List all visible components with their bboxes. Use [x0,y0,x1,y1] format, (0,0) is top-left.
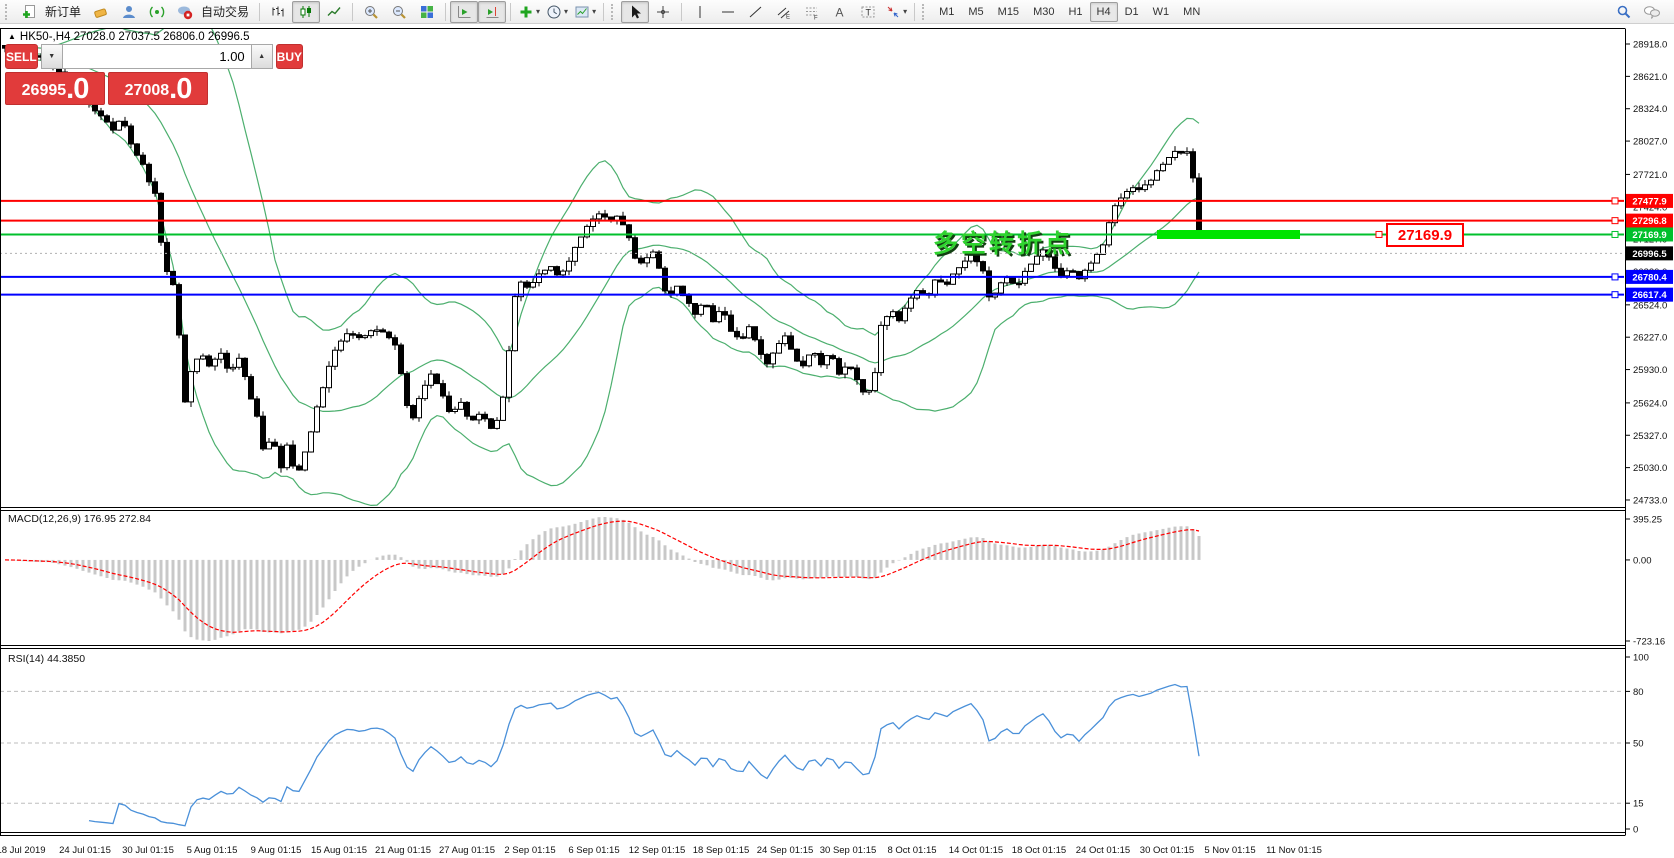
pane-frame [0,29,1626,836]
buy-button[interactable]: BUY [276,44,303,69]
svg-text:100: 100 [1633,653,1649,664]
x-axis-label: 2 Sep 01:15 [504,845,555,856]
x-axis-label: 24 Sep 01:15 [757,845,814,856]
price-tag-anchor [1376,231,1382,237]
chart-canvas[interactable]: 28918.028621.028324.028027.027721.027424… [0,0,1674,858]
x-axis-label: 11 Nov 01:15 [1266,845,1322,856]
buy-price-display[interactable]: 27008.0 [108,72,208,105]
svg-text:26227.0: 26227.0 [1633,333,1667,344]
mt4-window: 新订单 自动交易 [0,0,1674,858]
macd-values: 176.95 272.84 [84,513,151,525]
svg-text:28324.0: 28324.0 [1633,104,1667,115]
volume-increase-button[interactable]: ▲ [251,44,273,69]
svg-text:26996.5: 26996.5 [1632,249,1667,260]
price-badge: 27169.9 [1626,227,1673,241]
one-click-trade-panel: SELL ▼ ▲ BUY 26995.0 27008.0 [5,44,208,105]
chart-header: ▲ HK50-,H4 27028.0 27037.5 26806.0 26996.… [8,31,249,43]
svg-text:27296.8: 27296.8 [1632,216,1666,227]
svg-text:50: 50 [1633,739,1644,750]
price-tag-label[interactable]: 27169.9 [1386,223,1464,247]
rsi-pane [0,685,1625,826]
price-badge: 26780.4 [1626,270,1673,284]
svg-text:25327.0: 25327.0 [1633,431,1667,442]
macd-name: MACD(12,26,9) [8,513,81,525]
level-handle[interactable] [1612,274,1618,280]
svg-text:28027.0: 28027.0 [1633,137,1667,148]
x-axis-label: 6 Sep 01:15 [568,845,619,856]
x-axis-label: 18 Jul 2019 [0,845,46,856]
svg-text:26524.0: 26524.0 [1633,300,1667,311]
symbol-collapse-icon[interactable]: ▲ [8,32,16,41]
x-axis-label: 9 Aug 01:15 [251,845,302,856]
x-axis-label: 30 Sep 01:15 [820,845,877,856]
x-axis-label: 24 Oct 01:15 [1076,845,1130,856]
chart-title-text: HK50-,H4 27028.0 27037.5 26806.0 26996.5 [20,31,250,43]
x-axis-label: 21 Aug 01:15 [375,845,431,856]
svg-text:25030.0: 25030.0 [1633,463,1667,474]
price-badge: 26996.5 [1626,246,1673,260]
sell-price-display[interactable]: 26995.0 [5,72,105,105]
svg-text:395.25: 395.25 [1633,515,1662,526]
buy-price-point: .0 [169,75,191,104]
time-axis[interactable]: 18 Jul 2019 24 Jul 01:15 30 Jul 01:15 5 Aug… [0,845,1322,856]
x-axis-label: 14 Oct 01:15 [949,845,1003,856]
macd-label: MACD(12,26,9) 176.95 272.84 [8,513,151,525]
svg-text:28621.0: 28621.0 [1633,72,1667,83]
svg-text:26617.4: 26617.4 [1632,290,1667,301]
x-axis-label: 27 Aug 01:15 [439,845,495,856]
x-axis-label: 5 Nov 01:15 [1204,845,1255,856]
level-handle[interactable] [1612,198,1618,204]
volume-input[interactable] [63,44,251,69]
svg-text:28918.0: 28918.0 [1633,40,1667,51]
volume-decrease-button[interactable]: ▼ [41,44,63,69]
svg-text:0: 0 [1633,825,1638,836]
svg-text:27721.0: 27721.0 [1633,170,1667,181]
svg-text:27169.9: 27169.9 [1632,230,1666,241]
rsi-line [89,685,1199,826]
x-axis-label: 24 Jul 01:15 [59,845,111,856]
rsi-value: 44.3850 [47,653,85,665]
x-axis-label: 30 Jul 01:15 [122,845,174,856]
svg-text:-723.16: -723.16 [1633,637,1665,648]
level-handle[interactable] [1612,292,1618,298]
x-axis-label: 30 Oct 01:15 [1140,845,1194,856]
svg-text:0.00: 0.00 [1633,555,1652,566]
rsi-name: RSI(14) [8,653,44,665]
sell-button[interactable]: SELL [5,44,38,69]
price-badge: 27477.9 [1626,194,1673,208]
x-axis-label: 5 Aug 01:15 [187,845,238,856]
svg-text:80: 80 [1633,687,1644,698]
turning-point-annotation[interactable]: 多空转折点 [933,224,1073,260]
price-badge: 26617.4 [1626,288,1673,302]
x-axis-label: 18 Oct 01:15 [1012,845,1066,856]
svg-text:15: 15 [1633,799,1644,810]
level-handle[interactable] [1612,218,1618,224]
x-axis-label: 8 Oct 01:15 [887,845,936,856]
svg-text:26780.4: 26780.4 [1632,272,1667,283]
macd-pane [5,517,1199,641]
x-axis-label: 15 Aug 01:15 [311,845,367,856]
level-handle[interactable] [1612,231,1618,237]
x-axis-label: 18 Sep 01:15 [693,845,750,856]
x-axis-label: 12 Sep 01:15 [629,845,686,856]
sell-price-point: .0 [66,75,88,104]
svg-text:25624.0: 25624.0 [1633,398,1667,409]
svg-text:24733.0: 24733.0 [1633,495,1667,506]
price-badge: 27296.8 [1626,214,1673,228]
main-pane [0,1,1625,506]
price-axis[interactable]: 28918.028621.028324.028027.027721.027424… [1625,40,1673,836]
rsi-label: RSI(14) 44.3850 [8,653,85,665]
svg-text:27477.9: 27477.9 [1632,196,1666,207]
sell-price-main: 26995 [22,77,67,104]
buy-price-main: 27008 [125,77,170,104]
svg-text:25930.0: 25930.0 [1633,365,1667,376]
